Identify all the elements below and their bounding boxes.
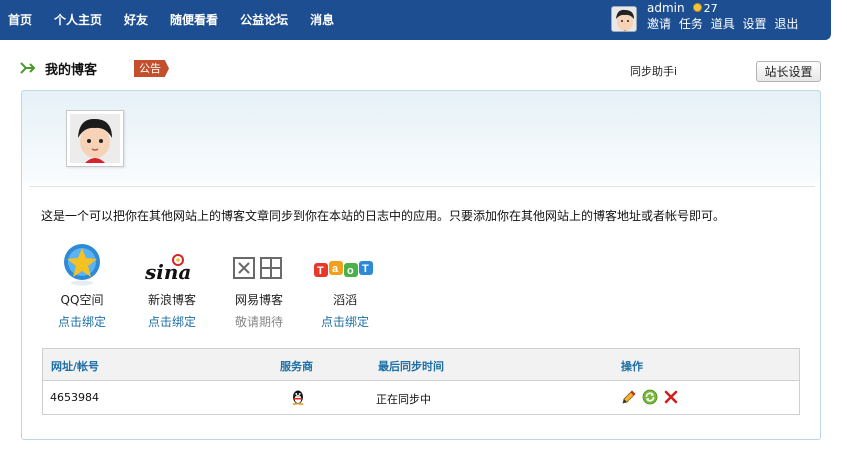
nav-friends[interactable]: 好友 — [124, 11, 148, 28]
bind-qzone-link[interactable]: 点击绑定 — [37, 313, 127, 330]
link-invite[interactable]: 邀请 — [647, 17, 671, 31]
nav-messages[interactable]: 消息 — [310, 11, 334, 28]
column-header-account: 网址/帐号 — [51, 360, 100, 373]
user-avatar[interactable] — [611, 6, 637, 32]
blog-sync-panel: 这是一个可以把你在其他网站上的博客文章同步到你在本站的日志中的应用。只要添加你在… — [21, 90, 821, 440]
netease-logo-icon — [233, 257, 282, 279]
sync-status: 正在同步中 — [376, 393, 431, 406]
app-arrow-icon — [20, 62, 36, 74]
credit-coin-icon — [692, 3, 702, 12]
nav-forum[interactable]: 公益论坛 — [240, 11, 288, 28]
user-links: 邀请 任务 道具 设置 退出 — [647, 15, 802, 32]
column-header-last-sync: 最后同步时间 — [378, 360, 444, 373]
sync-refresh-icon[interactable] — [642, 389, 658, 405]
taotao-logo-icon: T a o T — [314, 261, 373, 277]
bind-sina-link[interactable]: 点击绑定 — [127, 313, 217, 330]
column-header-actions: 操作 — [621, 360, 643, 373]
svg-text:T: T — [362, 263, 369, 275]
link-tasks[interactable]: 任务 — [679, 17, 703, 31]
link-props[interactable]: 道具 — [711, 17, 735, 31]
link-settings[interactable]: 设置 — [743, 17, 767, 31]
sina-logo-icon: sina — [144, 254, 191, 284]
nav-home[interactable]: 首页 — [8, 11, 32, 28]
page-title: 我的博客 — [45, 63, 98, 78]
account-cell: 4653984 — [50, 391, 99, 404]
top-navigation-bar: 首页 个人主页 好友 随便看看 公益论坛 消息 admin 27 邀请 任务 道具… — [0, 0, 831, 40]
qzone-logo-icon — [64, 244, 100, 286]
service-name: QQ空间 — [60, 293, 104, 307]
main-nav: 首页 个人主页 好友 随便看看 公益论坛 消息 — [0, 0, 348, 38]
notice-tag[interactable]: 公告 — [134, 60, 169, 77]
delete-x-icon[interactable] — [663, 389, 679, 405]
svg-text:T: T — [317, 265, 324, 277]
divider — [29, 186, 815, 187]
table-row: 4653984 正在同步中 — [43, 382, 799, 414]
netease-coming-soon: 敬请期待 — [234, 315, 283, 329]
service-taotao: T a o T 滔滔 点击绑定 — [300, 241, 390, 330]
app-description: 这是一个可以把你在其他网站上的博客文章同步到你在本站的日志中的应用。只要添加你在… — [41, 209, 726, 223]
profile-avatar — [66, 110, 124, 167]
sync-helper-label: 同步助手i — [630, 65, 678, 78]
service-name: 滔滔 — [332, 293, 357, 307]
avatar-face-icon — [612, 7, 636, 31]
svg-text:o: o — [347, 265, 354, 277]
credit-count: 27 — [703, 2, 718, 15]
admin-settings-button[interactable]: 站长设置 — [756, 61, 821, 82]
svg-text:sina: sina — [144, 260, 191, 284]
user-info: admin 27 — [647, 1, 718, 15]
svg-text:a: a — [332, 263, 339, 275]
qq-penguin-icon — [292, 390, 304, 405]
bound-accounts-table: 网址/帐号 服务商 最后同步时间 操作 4653984 正在同步中 — [42, 348, 800, 415]
service-netease: 网易博客 敬请期待 — [214, 241, 304, 330]
table-header: 网址/帐号 服务商 最后同步时间 操作 — [43, 349, 799, 381]
service-qzone: QQ空间 点击绑定 — [37, 241, 127, 330]
bind-taotao-link[interactable]: 点击绑定 — [300, 313, 390, 330]
nav-browse[interactable]: 随便看看 — [170, 11, 218, 28]
avatar-face-icon — [70, 114, 120, 163]
service-name: 新浪博客 — [147, 293, 196, 307]
nav-profile[interactable]: 个人主页 — [54, 11, 102, 28]
link-logout[interactable]: 退出 — [774, 17, 798, 31]
edit-pencil-icon[interactable] — [621, 389, 637, 405]
service-sina: sina 新浪博客 点击绑定 — [127, 241, 217, 330]
username[interactable]: admin — [647, 1, 685, 15]
service-name: 网易博客 — [234, 293, 283, 307]
column-header-provider: 服务商 — [280, 360, 313, 373]
